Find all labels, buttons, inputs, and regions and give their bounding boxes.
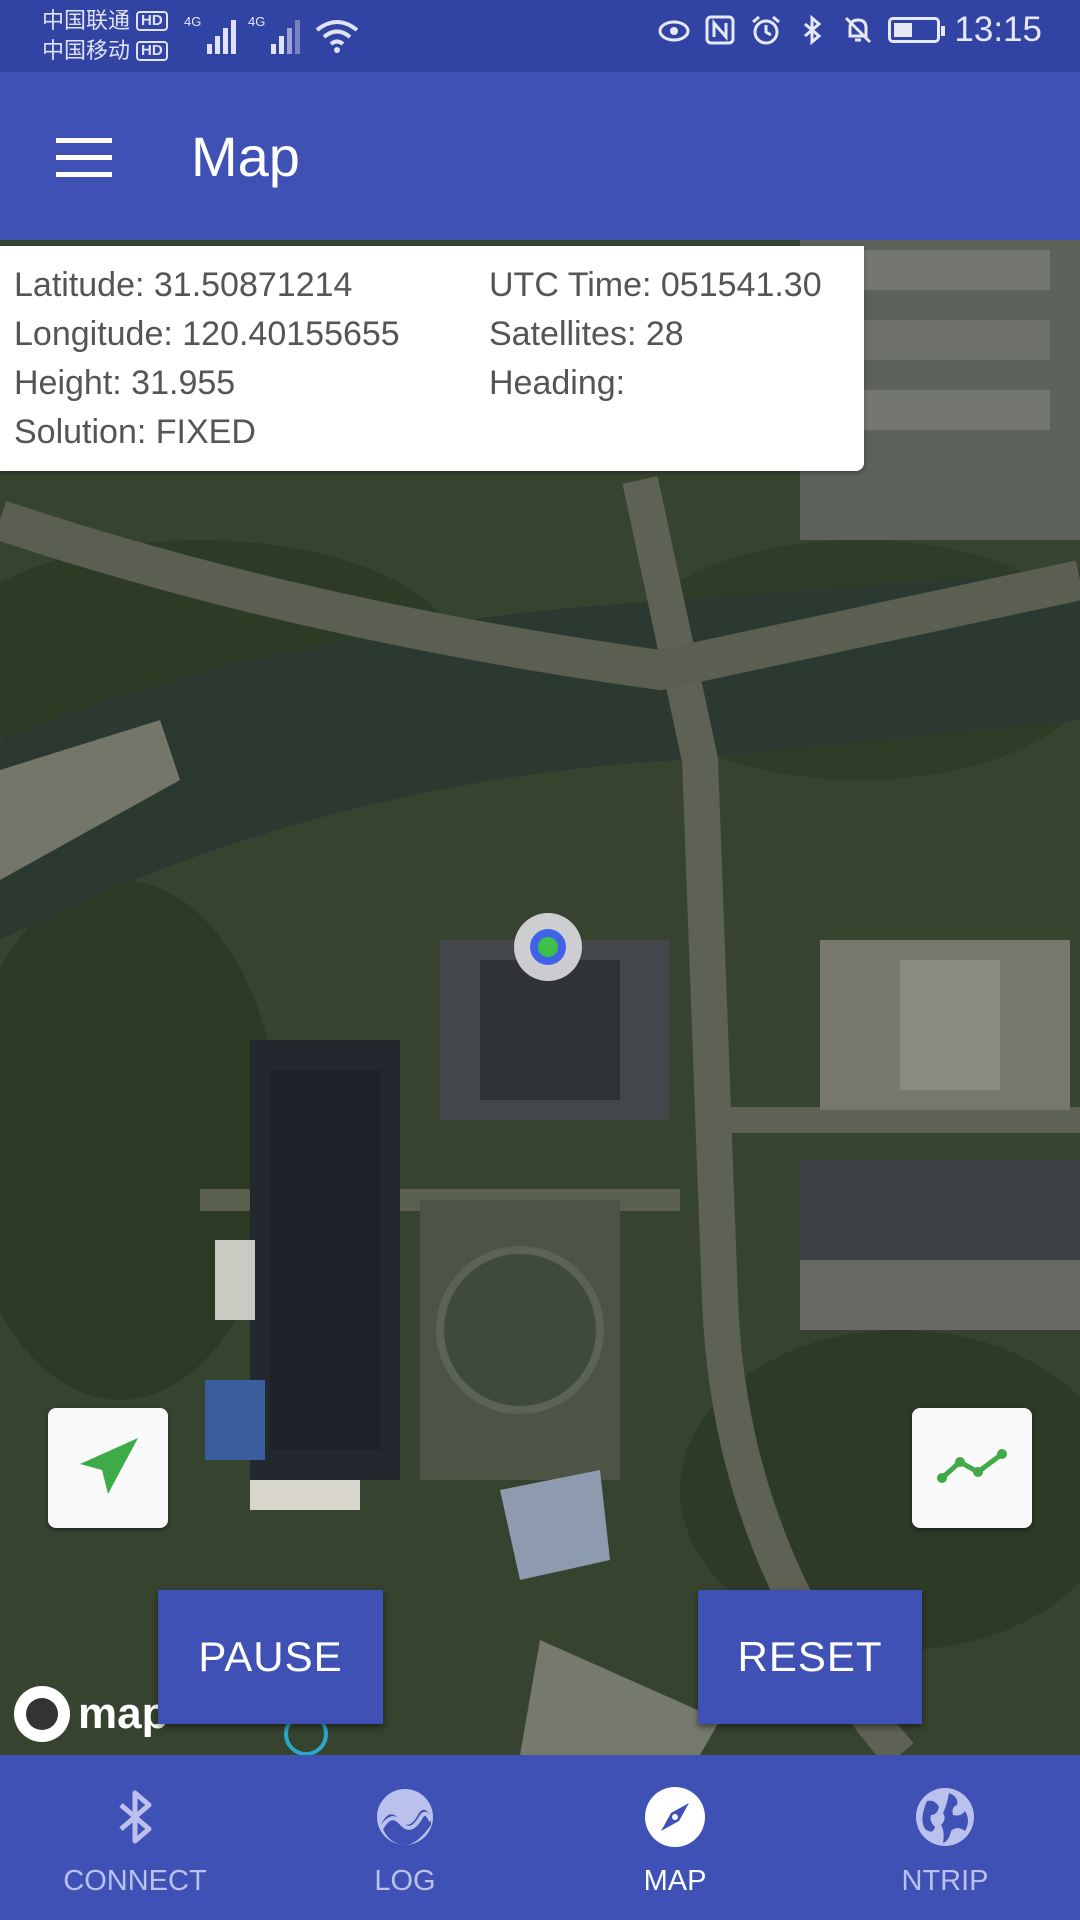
pause-button[interactable]: PAUSE [158,1590,383,1724]
chart-line-icon [937,1449,1007,1483]
utc-time-value: UTC Time: 051541.30 [489,266,822,304]
nav-label-ntrip: NTRIP [901,1865,989,1897]
alarm-icon [752,15,781,45]
bluetooth-status-icon [804,14,822,46]
gnss-info-card: Latitude: 31.50871214 Longitude: 120.401… [0,246,864,471]
nav-item-log[interactable]: LOG [270,1755,540,1920]
signal-icon: 4G [248,14,304,54]
satellites-value: Satellites: 28 [489,315,684,353]
mute-icon [845,16,872,44]
mapbox-logo[interactable]: map [14,1686,168,1742]
wifi-icon [315,20,359,53]
signal-icon: 4G [184,14,240,54]
heading-value: Heading: [489,364,626,402]
carrier-info: 中国联通 HD 中国移动 HD [42,6,168,66]
height-value: Height: 31.955 [14,364,236,402]
battery-icon [888,17,946,43]
compass-icon [645,1787,705,1847]
eye-icon [658,20,690,42]
carrier-1: 中国联通 [42,8,131,33]
track-button[interactable] [912,1408,1032,1528]
menu-icon[interactable] [56,138,112,178]
app-bar: Map [0,72,1080,240]
nav-item-map[interactable]: MAP [540,1755,810,1920]
log-icon [377,1789,433,1845]
hd-badge: HD [136,11,168,31]
navigation-arrow-icon [80,1438,138,1494]
carrier-2: 中国移动 [42,38,131,63]
locate-button[interactable] [48,1408,168,1528]
latitude-value: Latitude: 31.50871214 [14,266,353,304]
nav-item-ntrip[interactable]: NTRIP [810,1755,1080,1920]
nav-label-map: MAP [643,1865,707,1897]
solution-value: Solution: FIXED [14,413,256,451]
nav-label-connect: CONNECT [63,1865,207,1897]
longitude-value: Longitude: 120.40155655 [14,315,400,353]
hd-badge: HD [136,41,168,61]
bluetooth-icon [119,1790,152,1844]
mapbox-wordmark: map [78,1689,169,1738]
nav-item-connect[interactable]: CONNECT [0,1755,270,1920]
page-title: Map [191,125,300,188]
nfc-icon [705,15,735,45]
mapbox-icon [14,1686,70,1742]
bottom-navigation: CONNECT LOG MAP NTRIP [0,1755,1080,1920]
clock: 13:15 [954,10,1042,49]
signal-icons: 4G 4G [184,14,360,54]
globe-icon [916,1788,974,1846]
current-location-marker [514,913,582,981]
reset-button[interactable]: RESET [698,1590,922,1724]
status-bar: 中国联通 HD 中国移动 HD 4G 4G 13:15 [0,0,1080,72]
nav-label-log: LOG [374,1865,436,1897]
